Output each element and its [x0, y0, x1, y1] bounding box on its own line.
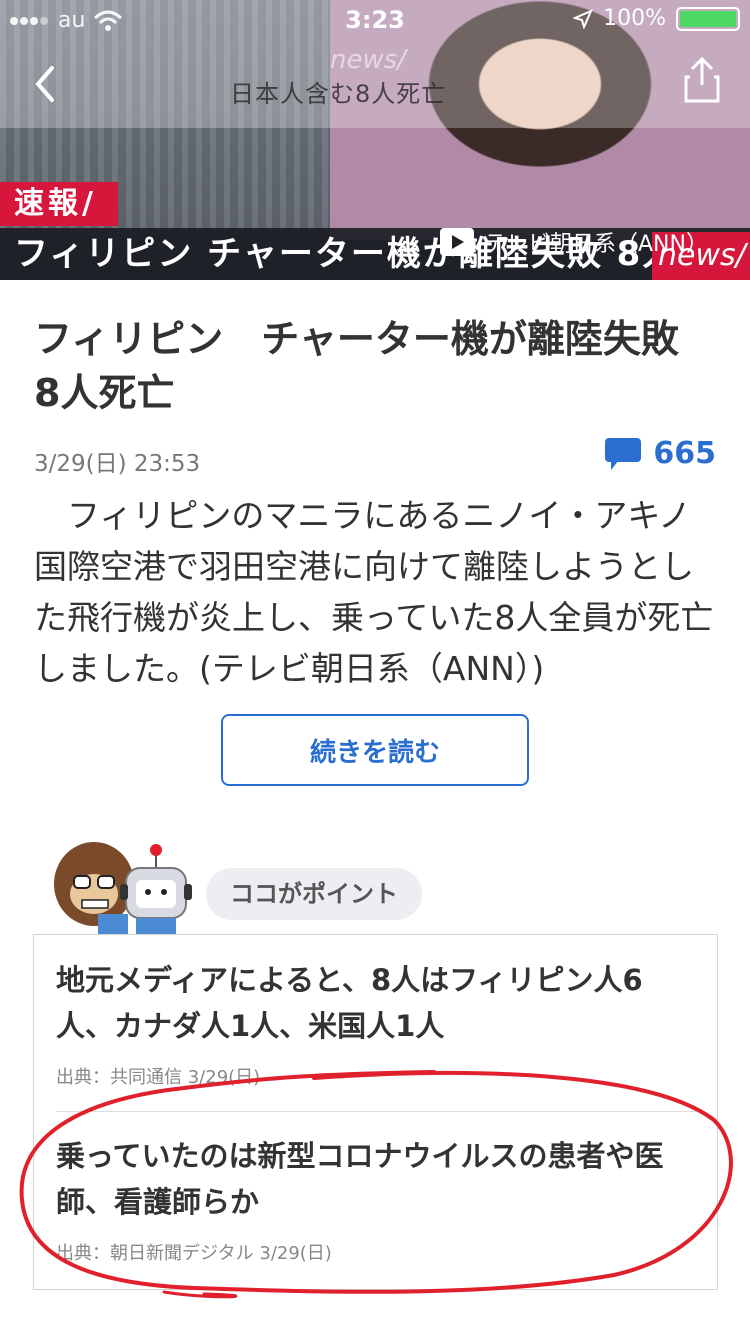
breaking-news-badge: 速報/: [0, 182, 118, 226]
comments-link[interactable]: 665: [605, 436, 716, 471]
back-button[interactable]: [30, 62, 70, 106]
battery-icon: [676, 6, 740, 31]
hero-video-thumbnail[interactable]: news/ au 3:23 100% 日本人含む8人死亡 速報/ フィリピン チ…: [0, 0, 750, 280]
point-source: 出典：共同通信 3/29(日): [56, 1067, 261, 1088]
point-item[interactable]: 地元メディアによると、8人はフィリピン人6人、カナダ人1人、米国人1人 出典：共…: [56, 957, 696, 1089]
point-headline: 地元メディアによると、8人はフィリピン人6人、カナダ人1人、米国人1人: [56, 963, 643, 1043]
play-icon: [440, 228, 474, 256]
share-icon: [684, 56, 720, 103]
mascot-characters-icon: [54, 842, 192, 934]
share-button[interactable]: [682, 55, 722, 105]
nav-title: 日本人含む8人死亡: [230, 80, 447, 108]
article-title: フィリピン チャーター機が離陸失敗 8人死亡: [34, 317, 717, 415]
battery-percentage: 100%: [603, 6, 666, 31]
point-source: 出典：朝日新聞デジタル 3/29(日): [56, 1243, 332, 1264]
video-source[interactable]: テレビ朝日系（ANN）: [440, 226, 708, 258]
divider: [56, 1111, 696, 1112]
comment-bubble-icon: [605, 437, 642, 470]
video-source-label: テレビ朝日系（ANN）: [484, 232, 708, 257]
point-headline: 乗っていたのは新型コロナウイルスの患者や医師、看護師らか: [56, 1139, 664, 1219]
points-section-label: ココがポイント: [206, 868, 422, 920]
read-more-button[interactable]: 続きを読む: [221, 714, 529, 786]
location-arrow-icon: [573, 8, 594, 29]
chevron-left-icon: [35, 66, 54, 102]
status-bar: au 3:23 100%: [0, 0, 750, 40]
article-date: 3/29(日) 23:53: [34, 451, 201, 477]
comment-count: 665: [653, 436, 716, 471]
article-body: フィリピンのマニラにあるニノイ・アキノ国際空港で羽田空港に向けて離陸しようとした…: [34, 496, 714, 688]
points-box: 地元メディアによると、8人はフィリピン人6人、カナダ人1人、米国人1人 出典：共…: [33, 934, 718, 1290]
point-item[interactable]: 乗っていたのは新型コロナウイルスの患者や医師、看護師らか 出典：朝日新聞デジタル…: [56, 1133, 696, 1265]
